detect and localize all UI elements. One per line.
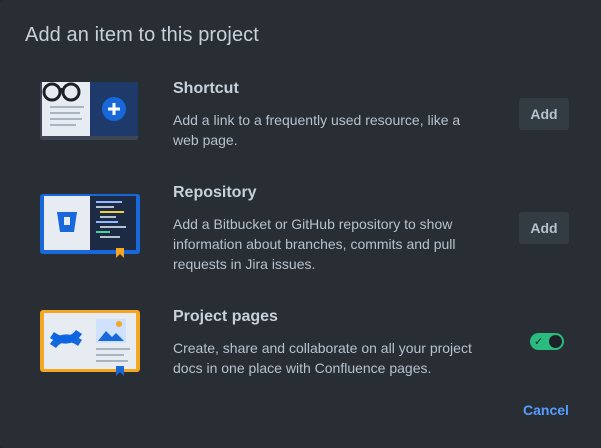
shortcut-book-glasses-icon [38, 72, 144, 148]
toggle-knob [549, 335, 562, 348]
check-icon: ✓ [534, 335, 544, 348]
add-shortcut-button[interactable]: Add [519, 98, 569, 130]
confluence-pages-book-icon [38, 304, 144, 380]
item-title: Project pages [173, 308, 278, 325]
item-description: Create, share and collaborate on all you… [173, 340, 472, 376]
item-title: Repository [173, 184, 257, 201]
add-item-dialog: Add an item to this project Shortcut Add… [0, 0, 601, 448]
cancel-button[interactable]: Cancel [523, 402, 569, 418]
item-description: Add a link to a frequently used resource… [173, 112, 461, 148]
bitbucket-repository-book-icon [38, 186, 144, 262]
item-description: Add a Bitbucket or GitHub repository to … [173, 216, 456, 272]
item-title: Shortcut [173, 80, 239, 97]
dialog-title: Add an item to this project [25, 24, 259, 46]
project-pages-toggle[interactable]: ✓ [530, 333, 564, 350]
add-repository-button[interactable]: Add [519, 212, 569, 244]
